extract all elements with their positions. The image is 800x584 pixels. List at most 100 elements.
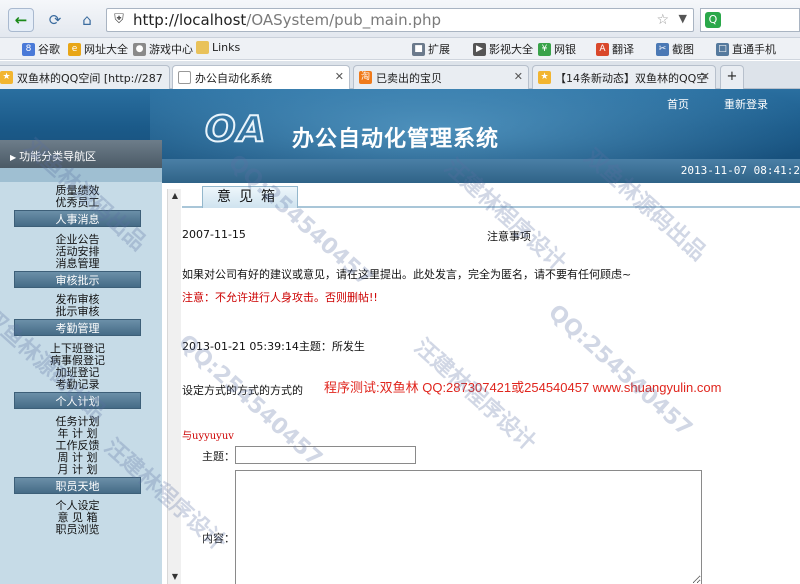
content-textarea[interactable]: [235, 470, 702, 584]
bookmark-label: 网址大全: [84, 43, 128, 56]
sidebar-item-instruction-review[interactable]: 批示审核: [0, 306, 155, 318]
tab-qzone[interactable]: ★ 双鱼林的QQ空间 [http://287: [0, 65, 170, 89]
bookmark-bank[interactable]: ¥ 网银: [538, 41, 576, 57]
bookmark-label: 影视大全: [489, 43, 533, 56]
back-button[interactable]: ←: [8, 8, 34, 32]
relogin-link[interactable]: 重新登录: [724, 96, 768, 112]
google-icon: 8: [22, 42, 35, 56]
bookmark-label: Links: [212, 41, 241, 54]
tab-label: 办公自动化系统: [195, 72, 272, 85]
triangle-down-icon[interactable]: ▼: [168, 570, 182, 584]
qzone-icon: ★: [538, 71, 551, 84]
sidebar-title: 功能分类导航区: [19, 150, 97, 163]
reply-text: 与uyyuyuv: [182, 431, 234, 442]
tab-sold-items[interactable]: 淘 已卖出的宝贝 ✕: [353, 65, 529, 89]
promo-text: 程序测试:双鱼林 QQ:287307421或254540457 www.shua…: [324, 380, 722, 395]
close-icon[interactable]: ✕: [514, 70, 523, 83]
gamepad-icon: ●: [133, 42, 146, 56]
sidebar-item-message-manage[interactable]: 消息管理: [0, 258, 155, 270]
chevron-down-icon[interactable]: ▼: [679, 12, 687, 25]
triangle-up-icon[interactable]: ▲: [168, 189, 182, 203]
notice-warning: 注意：不允许进行人身攻击。否则删帖!!: [182, 291, 378, 304]
notice-date: 2007-11-15: [182, 228, 246, 241]
star-icon[interactable]: ☆: [656, 12, 669, 28]
post-header: 2013-01-21 05:39:14主题：所发生: [182, 340, 365, 353]
bookmark-google[interactable]: 8 谷歌: [22, 41, 60, 57]
sidebar: ▶ 功能分类导航区 质量绩效 优秀员工 人事消息 企业公告 活动安排 消息管理 审…: [0, 140, 162, 584]
url-text: http://localhost/OASystem/pub_main.php: [133, 11, 441, 29]
sidebar-header: ▶ 功能分类导航区: [0, 140, 162, 168]
bookmark-sites[interactable]: e 网址大全: [68, 41, 128, 57]
date-bar: 2013-11-07 08:41:2: [162, 159, 800, 183]
close-icon[interactable]: ✕: [335, 70, 344, 83]
browser-toolbar: ← ⟳ ⌂ ⛨ http://localhost/OASystem/pub_ma…: [0, 0, 800, 38]
sidebar-section-staff[interactable]: 职员天地: [14, 477, 141, 494]
current-datetime: 2013-11-07 08:41:2: [680, 164, 800, 177]
post-body: 设定方式的方式的方式的: [182, 384, 303, 397]
globe-icon: e: [68, 42, 81, 56]
taobao-icon: 淘: [359, 71, 372, 84]
bookmark-label: 翻译: [612, 43, 634, 56]
bookmark-games[interactable]: ● 游戏中心: [133, 41, 193, 57]
sidebar-section-personal-plan[interactable]: 个人计划: [14, 392, 141, 409]
bookmark-phone[interactable]: □ 直通手机: [716, 41, 776, 57]
folder-icon: [196, 41, 209, 54]
bookmark-label: 游戏中心: [149, 43, 193, 56]
bookmarks-bar: 8 谷歌 e 网址大全 ● 游戏中心 Links ■ 扩展 ▶ 影视大全 ¥ 网银 A 翻译 …: [0, 38, 800, 60]
sidebar-item-excellent-staff[interactable]: 优秀员工: [0, 197, 155, 209]
tab-label: 【14条新动态】双鱼林的QQ空: [555, 72, 708, 85]
tab-strip: ★ 双鱼林的QQ空间 [http://287 办公自动化系统 ✕ 淘 已卖出的宝…: [0, 61, 800, 90]
subject-label: 主题：: [202, 450, 235, 463]
system-title: 办公自动化管理系统: [292, 127, 500, 152]
reload-button[interactable]: ⟳: [42, 8, 68, 32]
arrow-left-icon: ←: [14, 11, 28, 29]
notice-title: 注意事项: [487, 230, 531, 243]
sidebar-section-approval[interactable]: 审核批示: [14, 271, 141, 288]
address-bar[interactable]: ⛨ http://localhost/OASystem/pub_main.php…: [106, 8, 694, 32]
bank-icon: ¥: [538, 42, 551, 56]
reload-icon: ⟳: [48, 11, 62, 29]
sidebar-section-attendance[interactable]: 考勤管理: [14, 319, 141, 336]
triangle-right-icon: ▶: [10, 153, 17, 162]
content-label: 内容：: [202, 532, 235, 545]
shield-icon: ⛨: [114, 12, 124, 27]
bookmark-translate[interactable]: A 翻译: [596, 41, 634, 57]
search-engine-icon[interactable]: Q: [705, 12, 721, 28]
tab-qzone-updates[interactable]: ★ 【14条新动态】双鱼林的QQ空 ✕: [532, 65, 716, 89]
tab-oa-system[interactable]: 办公自动化系统 ✕: [172, 65, 350, 90]
tab-label: 双鱼林的QQ空间 [http://287: [17, 72, 163, 85]
bookmark-links[interactable]: Links: [196, 41, 240, 54]
home-button[interactable]: ⌂: [74, 8, 100, 32]
page-icon: [178, 71, 191, 84]
scrollbar[interactable]: ▲ ▼: [167, 189, 181, 584]
bookmark-label: 谷歌: [38, 43, 60, 56]
bookmark-video[interactable]: ▶ 影视大全: [473, 41, 533, 57]
url-path: /OASystem/pub_main.php: [246, 11, 441, 29]
search-input[interactable]: Q: [700, 8, 800, 32]
sidebar-item-staff-browse[interactable]: 职员浏览: [0, 524, 155, 536]
close-icon[interactable]: ✕: [701, 70, 710, 83]
translate-icon: A: [596, 42, 609, 56]
home-link[interactable]: 首页: [667, 96, 689, 112]
tab-label: 已卖出的宝贝: [376, 72, 442, 85]
plus-icon: +: [726, 69, 738, 84]
logo: OA: [204, 108, 268, 151]
new-tab-button[interactable]: +: [720, 65, 744, 89]
phone-icon: □: [716, 42, 729, 56]
bookmark-label: 截图: [672, 43, 694, 56]
qzone-icon: ★: [0, 71, 13, 84]
bookmark-label: 扩展: [428, 43, 450, 56]
main-content: ▲ ▼ 意见箱 2007-11-15 注意事项 如果对公司有好的建议或意见，请在…: [162, 183, 800, 584]
sidebar-item-month-plan[interactable]: 月 计 划: [0, 464, 155, 476]
tab-suggestion-box[interactable]: 意见箱: [202, 186, 298, 208]
puzzle-icon: ■: [412, 42, 425, 56]
bookmark-extensions[interactable]: ■ 扩展: [412, 41, 450, 57]
notice-intro: 如果对公司有好的建议或意见，请在这里提出。此处发言，完全为匿名，请不要有任何顾虑…: [182, 268, 632, 281]
sidebar-section-hr[interactable]: 人事消息: [14, 210, 141, 227]
bookmark-label: 直通手机: [732, 43, 776, 56]
subject-input[interactable]: [235, 446, 416, 464]
home-icon: ⌂: [82, 11, 92, 29]
sidebar-item-attendance-record[interactable]: 考勤记录: [0, 379, 155, 391]
bookmark-screenshot[interactable]: ✂ 截图: [656, 41, 694, 57]
sidebar-strip: [0, 168, 162, 182]
